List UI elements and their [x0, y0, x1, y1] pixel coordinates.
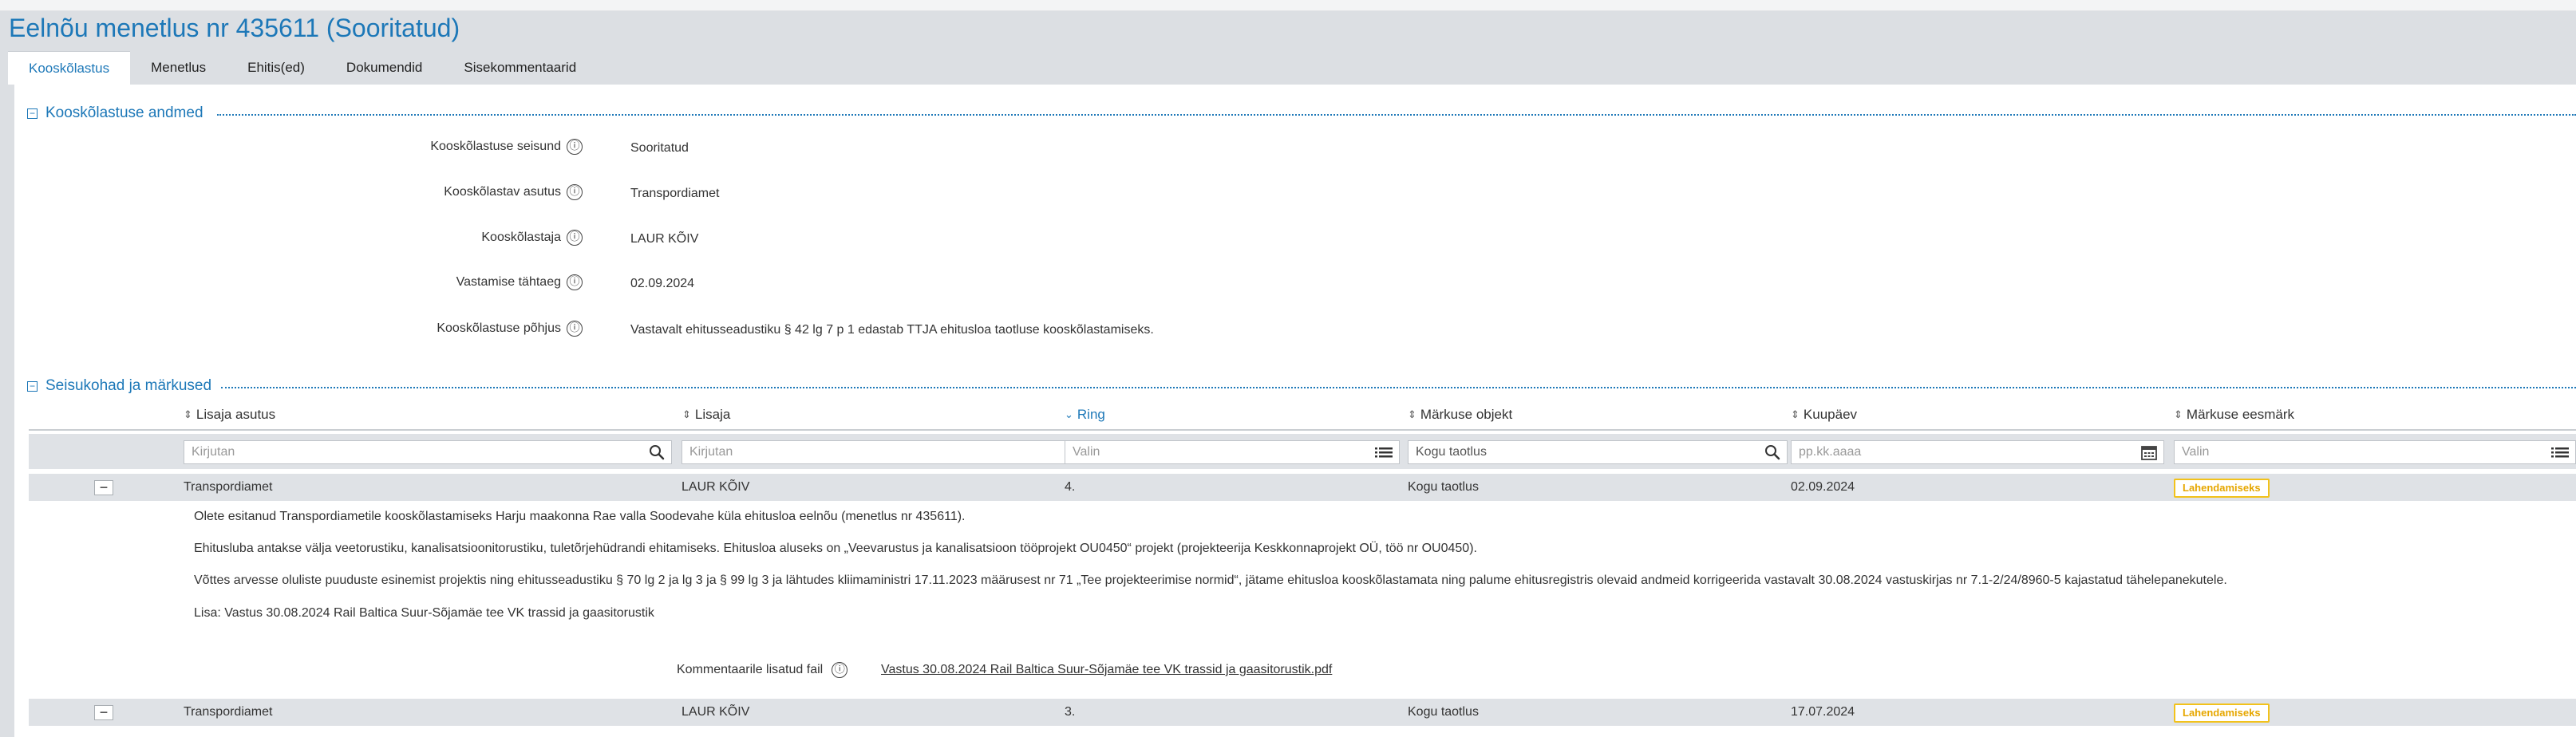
- filter-ring-select[interactable]: Valin: [1065, 440, 1400, 464]
- cell-round: 4.: [1065, 480, 1076, 494]
- sort-icon: ⇕: [184, 408, 192, 420]
- filter-markuse-objekt-input[interactable]: Kogu taotlus: [1408, 440, 1788, 464]
- filter-lisaja-input[interactable]: Kirjutan: [682, 440, 1087, 464]
- tab-kooskolastus[interactable]: Kooskõlastus: [8, 51, 131, 85]
- field-value-tahtaeg: 02.09.2024: [630, 277, 695, 290]
- remark-paragraph: Olete esitanud Transpordiametile kooskõl…: [194, 510, 966, 523]
- info-icon[interactable]: ⓘ: [567, 230, 583, 246]
- field-label-text: Kooskõlastuse põhjus: [437, 321, 561, 335]
- filter-value: Kogu taotlus: [1416, 445, 1487, 459]
- sort-icon: ⇕: [1408, 408, 1416, 420]
- section-divider: [217, 114, 2576, 116]
- field-value-pohjus: Vastavalt ehitusseadustiku § 42 lg 7 p 1…: [630, 323, 1154, 337]
- filter-kuupaev-input[interactable]: pp.kk.aaaa: [1791, 440, 2164, 464]
- filter-markuse-eesmark-select[interactable]: Valin: [2174, 440, 2576, 464]
- sort-descending-icon: ⌄: [1065, 408, 1073, 420]
- row-collapse-button[interactable]: −: [94, 705, 113, 720]
- cell-object: Kogu taotlus: [1408, 705, 1479, 719]
- field-label-kooskolastaja: Kooskõlastaja ⓘ: [0, 230, 583, 246]
- field-value-kooskolastaja: LAUR KÕIV: [630, 232, 699, 246]
- field-label-seisund: Kooskõlastuse seisund ⓘ: [0, 139, 583, 155]
- tab-ehitised[interactable]: Ehitis(ed): [227, 51, 326, 85]
- field-value-asutus: Transpordiamet: [630, 187, 720, 200]
- approval-section-title: Kooskõlastuse andmed: [45, 104, 203, 121]
- filter-placeholder: Valin: [2182, 445, 2210, 459]
- field-label-text: Vastamise tähtaeg: [456, 275, 561, 289]
- filter-row: Kirjutan Kirjutan Valin Kogu taotlus pp.…: [29, 434, 2576, 469]
- list-icon[interactable]: [2551, 441, 2569, 470]
- search-icon[interactable]: [649, 441, 665, 470]
- status-badge: Lahendamiseks: [2174, 479, 2270, 498]
- field-label-pohjus: Kooskõlastuse põhjus ⓘ: [0, 321, 583, 337]
- column-header-ring[interactable]: ⌄ Ring: [1065, 407, 1105, 423]
- column-header-label: Lisaja: [694, 407, 731, 422]
- table-row[interactable]: − Transpordiamet LAUR KÕIV 4. Kogu taotl…: [29, 474, 2576, 501]
- filter-placeholder: pp.kk.aaaa: [1799, 445, 1862, 459]
- field-label-asutus: Kooskõlastav asutus ⓘ: [0, 184, 583, 200]
- column-header-lisaja-asutus[interactable]: ⇕ Lisaja asutus: [184, 407, 275, 423]
- cell-author: LAUR KÕIV: [682, 480, 750, 494]
- cell-round: 3.: [1065, 705, 1076, 719]
- field-value-seisund: Sooritatud: [630, 141, 689, 155]
- search-icon[interactable]: [1764, 441, 1780, 470]
- column-header-markuse-objekt[interactable]: ⇕ Märkuse objekt: [1408, 407, 1512, 423]
- field-label-text: Kooskõlastuse seisund: [430, 140, 561, 153]
- cell-author: LAUR KÕIV: [682, 705, 750, 719]
- table-header-rule: [29, 429, 2576, 431]
- column-header-label: Märkuse objekt: [1420, 407, 1513, 422]
- cell-date: 17.07.2024: [1791, 705, 1855, 719]
- remark-paragraph: Lisa: Vastus 30.08.2024 Rail Baltica Suu…: [194, 606, 654, 620]
- column-header-label: Ring: [1077, 407, 1105, 422]
- section-collapse-icon[interactable]: −: [27, 380, 38, 392]
- section-collapse-icon[interactable]: −: [27, 108, 38, 119]
- tab-menetlus[interactable]: Menetlus: [130, 51, 227, 85]
- attachment-file-link[interactable]: Vastus 30.08.2024 Rail Baltica Suur-Sõja…: [881, 663, 1332, 677]
- filter-lisaja-asutus-input[interactable]: Kirjutan: [184, 440, 672, 464]
- cell-object: Kogu taotlus: [1408, 480, 1479, 494]
- column-header-label: Lisaja asutus: [196, 407, 276, 422]
- field-label-tahtaeg: Vastamise tähtaeg ⓘ: [0, 274, 583, 290]
- sort-icon: ⇕: [1791, 408, 1800, 420]
- column-header-markuse-eesmark[interactable]: ⇕ Märkuse eesmärk: [2174, 407, 2294, 423]
- remark-paragraph: Ehitusluba antakse välja veetorustiku, k…: [194, 542, 1477, 555]
- remarks-section-header[interactable]: − Seisukohad ja märkused: [27, 376, 219, 396]
- approval-section-header[interactable]: − Kooskõlastuse andmed: [27, 104, 211, 123]
- info-icon[interactable]: ⓘ: [567, 274, 583, 290]
- page-title: Eelnõu menetlus nr 435611 (Sooritatud): [9, 14, 460, 42]
- attachment-label: Kommentaarile lisatud fail ⓘ: [677, 662, 848, 678]
- calendar-icon[interactable]: [2141, 441, 2157, 470]
- filter-placeholder: Kirjutan: [192, 445, 235, 459]
- cell-institution: Transpordiamet: [184, 705, 273, 719]
- section-divider: [221, 387, 2576, 388]
- cell-institution: Transpordiamet: [184, 480, 273, 494]
- column-header-kuupaev[interactable]: ⇕ Kuupäev: [1791, 407, 1857, 423]
- status-badge: Lahendamiseks: [2174, 704, 2270, 723]
- tab-dokumendid[interactable]: Dokumendid: [326, 51, 443, 85]
- info-icon[interactable]: ⓘ: [567, 139, 583, 155]
- filter-placeholder: Kirjutan: [689, 445, 733, 459]
- browser-top-strip: [0, 0, 2576, 11]
- info-icon[interactable]: ⓘ: [567, 184, 583, 200]
- column-header-label: Kuupäev: [1803, 407, 1858, 422]
- sort-icon: ⇕: [2174, 408, 2183, 420]
- tab-sisekommentaarid[interactable]: Sisekommentaarid: [443, 51, 597, 85]
- info-icon[interactable]: ⓘ: [832, 662, 848, 678]
- page-header: Eelnõu menetlus nr 435611 (Sooritatud) K…: [0, 11, 2576, 85]
- filter-placeholder: Valin: [1073, 445, 1100, 459]
- tab-bar: Kooskõlastus Menetlus Ehitis(ed) Dokumen…: [8, 51, 597, 85]
- left-sidebar-strip: [0, 85, 14, 737]
- row-collapse-button[interactable]: −: [94, 480, 113, 495]
- column-header-lisaja[interactable]: ⇕ Lisaja: [682, 407, 730, 423]
- info-icon[interactable]: ⓘ: [567, 321, 583, 337]
- remarks-section-title: Seisukohad ja märkused: [45, 377, 212, 394]
- remark-paragraph: Võttes arvesse oluliste puuduste esinemi…: [194, 573, 2227, 587]
- sort-icon: ⇕: [682, 408, 691, 420]
- attachment-label-text: Kommentaarile lisatud fail: [677, 663, 824, 676]
- field-label-text: Kooskõlastaja: [481, 231, 561, 244]
- field-label-text: Kooskõlastav asutus: [444, 185, 561, 199]
- table-row[interactable]: − Transpordiamet LAUR KÕIV 3. Kogu taotl…: [29, 699, 2576, 726]
- cell-date: 02.09.2024: [1791, 480, 1855, 494]
- column-header-label: Märkuse eesmärk: [2186, 407, 2295, 422]
- list-icon[interactable]: [1375, 441, 1393, 470]
